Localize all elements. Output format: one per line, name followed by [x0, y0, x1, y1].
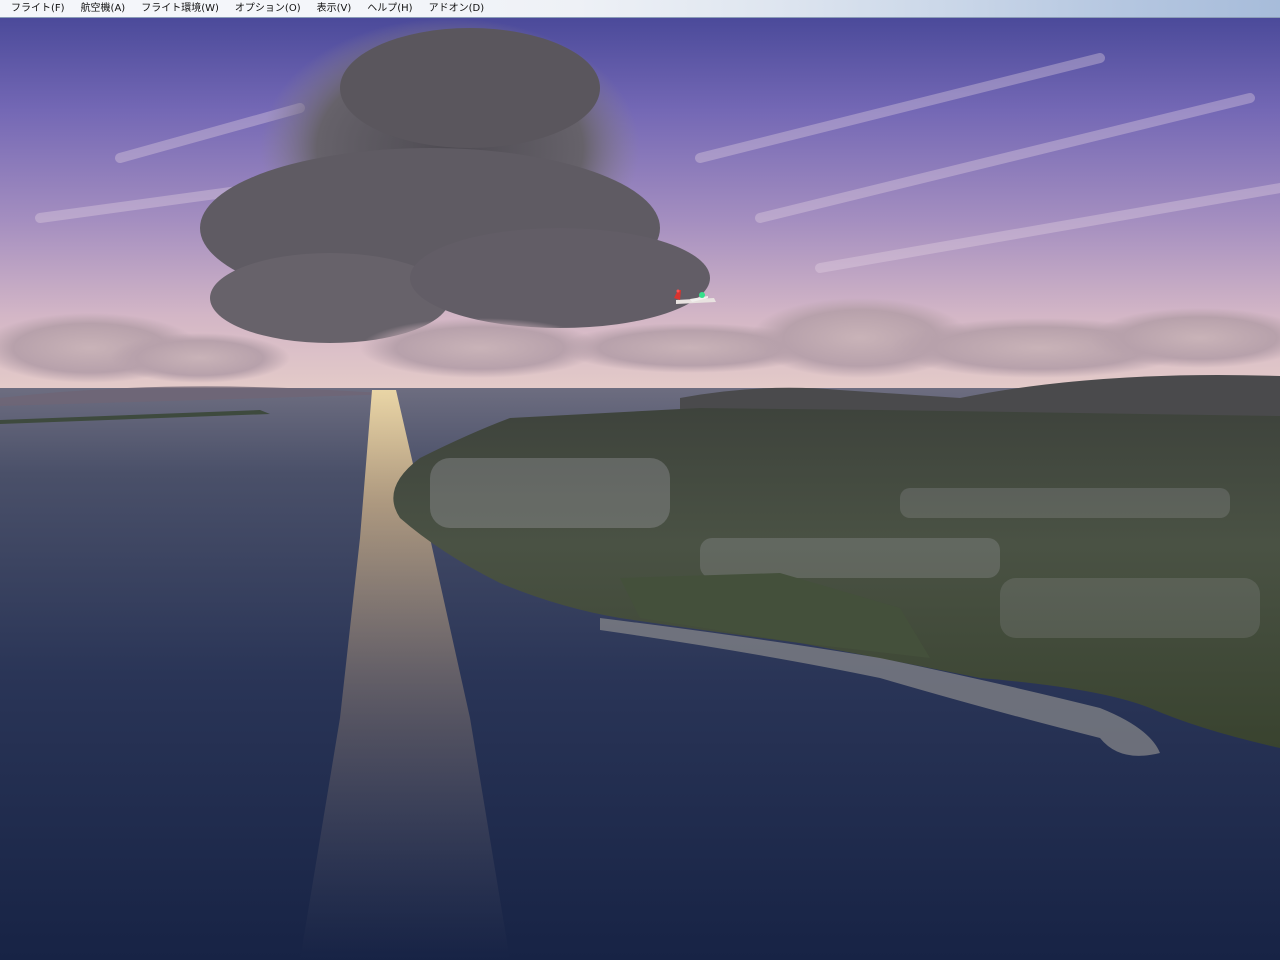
menu-options[interactable]: オプション(O): [227, 0, 309, 18]
3d-view-viewport[interactable]: [0, 18, 1280, 960]
menu-addons[interactable]: アドオン(D): [421, 0, 493, 18]
scenery-render: [0, 18, 1280, 960]
menu-bar: フライト(F) 航空機(A) フライト環境(W) オプション(O) 表示(V) …: [0, 0, 1280, 18]
menu-help[interactable]: ヘルプ(H): [359, 0, 420, 18]
menu-world[interactable]: フライト環境(W): [133, 0, 227, 18]
flight-simulator-window: フライト(F) 航空機(A) フライト環境(W) オプション(O) 表示(V) …: [0, 0, 1280, 960]
menu-aircraft[interactable]: 航空機(A): [73, 0, 134, 18]
menu-view[interactable]: 表示(V): [309, 0, 360, 18]
menu-flight[interactable]: フライト(F): [0, 0, 73, 18]
